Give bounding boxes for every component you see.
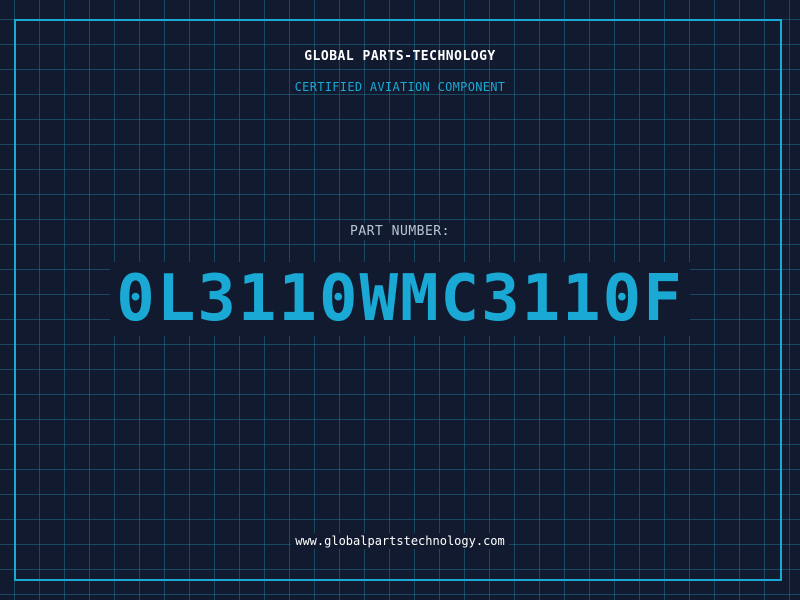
part-number-value: 0L3110WMC3110F — [110, 262, 690, 336]
part-number-label: PART NUMBER: — [346, 223, 454, 240]
footer-url-row: www.globalpartstechnology.com — [0, 530, 800, 549]
certification-subtitle: CERTIFIED AVIATION COMPONENT — [294, 80, 506, 94]
part-number-value-row: 0L3110WMC3110F — [0, 262, 800, 336]
company-name: GLOBAL PARTS-TECHNOLOGY — [304, 49, 496, 64]
website-url: www.globalpartstechnology.com — [291, 533, 509, 549]
part-number-label-row: PART NUMBER: — [0, 220, 800, 240]
